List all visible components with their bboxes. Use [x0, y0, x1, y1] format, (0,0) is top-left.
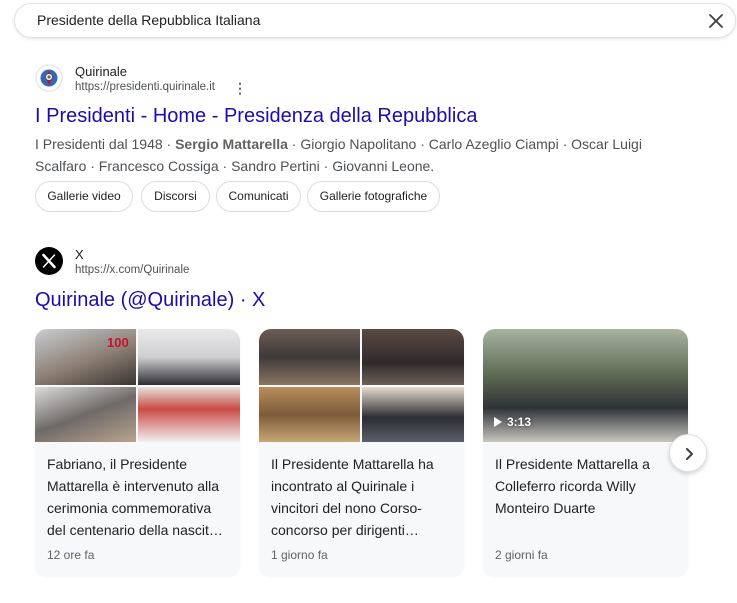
snippet-text: I Presidenti dal 1948 ·: [35, 136, 176, 152]
card-time: 2 giorni fa: [495, 548, 548, 562]
search-bar[interactable]: Presidente della Repubblica Italiana: [14, 3, 736, 38]
result-header[interactable]: Quirinale https://presidenti.quirinale.i…: [35, 64, 295, 100]
site-url: https://presidenti.quirinale.it: [75, 81, 215, 93]
search-input[interactable]: Presidente della Repubblica Italiana: [37, 12, 260, 28]
result-header[interactable]: X https://x.com/Quirinale: [35, 247, 295, 283]
card-image-collage: [259, 329, 464, 442]
duration-label: 3:13: [507, 415, 532, 429]
card-image-collage: 100: [35, 329, 240, 442]
snippet-highlight: Sergio Mattarella: [175, 136, 288, 152]
carousel-next-button[interactable]: [669, 434, 707, 472]
play-icon: [494, 417, 502, 427]
site-name: X: [75, 247, 84, 262]
post-card[interactable]: Il Presidente Mattarella ha incontrato a…: [259, 329, 464, 576]
chevron-right-icon: [686, 448, 693, 460]
post-card[interactable]: 100 Fabriano, il Presidente Mattarella è…: [35, 329, 240, 576]
x-logo-icon: [35, 247, 63, 275]
result-title[interactable]: Quirinale (@Quirinale) · X: [35, 289, 265, 312]
post-card[interactable]: 3:13 Il Presidente Mattarella a Collefer…: [483, 329, 688, 576]
chip-gallerie-video[interactable]: Gallerie video: [35, 181, 133, 212]
chip-gallerie-fotografiche[interactable]: Gallerie fotografiche: [307, 181, 440, 212]
chip-discorsi[interactable]: Discorsi: [141, 181, 210, 212]
card-time: 12 ore fa: [47, 548, 95, 562]
centenary-badge: 100: [107, 335, 129, 350]
card-text: Il Presidente Mattarella ha incontrato a…: [271, 456, 434, 538]
more-vert-icon[interactable]: ⋮: [233, 80, 247, 97]
result-title[interactable]: I Presidenti - Home - Presidenza della R…: [35, 105, 477, 128]
site-name: Quirinale: [75, 64, 128, 79]
quirinale-favicon: [35, 64, 63, 92]
card-text: Fabriano, il Presidente Mattarella è int…: [47, 456, 223, 538]
video-duration: 3:13: [493, 415, 531, 429]
card-time: 1 giorno fa: [271, 548, 328, 562]
chip-comunicati[interactable]: Comunicati: [216, 181, 301, 212]
card-video-thumbnail: 3:13: [483, 329, 688, 442]
close-icon[interactable]: [705, 10, 727, 32]
result-snippet: I Presidenti dal 1948 · Sergio Mattarell…: [35, 133, 655, 177]
site-url: https://x.com/Quirinale: [75, 264, 190, 276]
card-text: Il Presidente Mattarella a Colleferro ri…: [495, 456, 650, 516]
